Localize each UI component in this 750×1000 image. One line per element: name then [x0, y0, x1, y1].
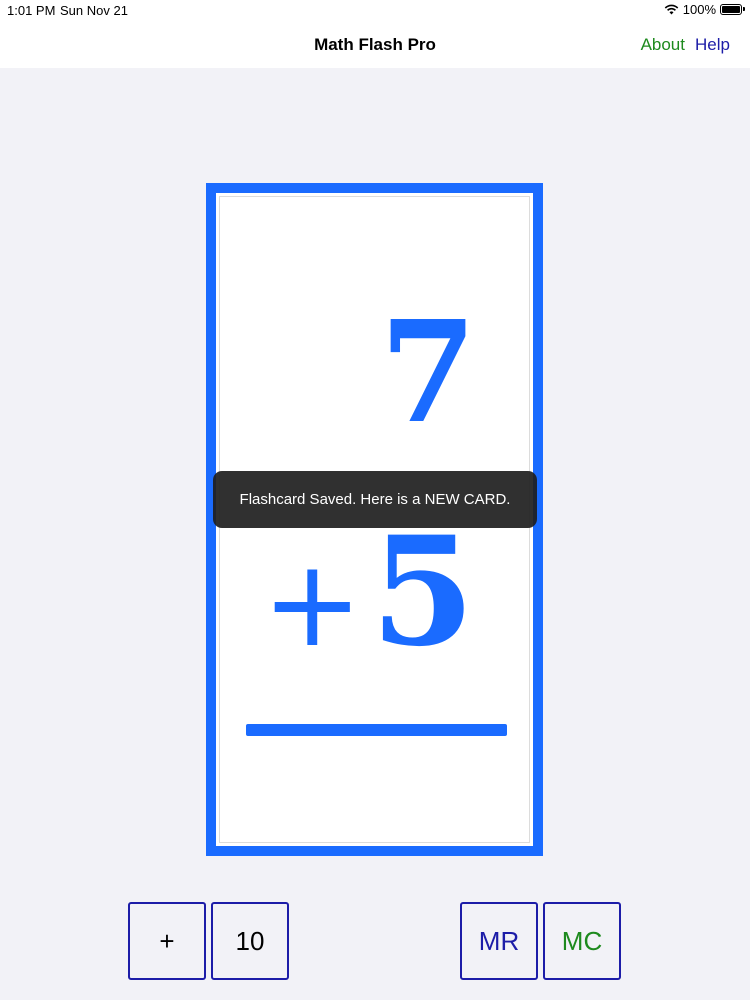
card-operator: + — [262, 535, 363, 674]
card-top-number: 7 — [379, 291, 477, 455]
card-answer-line — [246, 724, 507, 736]
memory-recall-button[interactable]: MR — [460, 902, 538, 980]
status-right: 100% — [664, 2, 745, 17]
about-link[interactable]: About — [641, 35, 685, 55]
card-bottom-number: 5 — [370, 504, 475, 680]
operator-button[interactable]: + — [128, 902, 206, 980]
page-title: Math Flash Pro — [314, 35, 436, 54]
status-bar: 1:01 PM Sun Nov 21 100% — [0, 0, 750, 22]
help-link[interactable]: Help — [695, 35, 730, 55]
status-time: 1:01 PM — [7, 3, 56, 18]
toast-message: Flashcard Saved. Here is a NEW CARD. — [213, 471, 537, 528]
memory-clear-button[interactable]: MC — [543, 902, 621, 980]
nav-bar: Math Flash Pro About Help — [0, 22, 750, 68]
battery-icon — [720, 4, 745, 15]
status-date: Sun Nov 21 — [60, 3, 128, 18]
battery-percent: 100% — [682, 2, 716, 17]
wifi-icon — [664, 4, 679, 15]
max-number-button[interactable]: 10 — [211, 902, 289, 980]
battery-fill — [722, 6, 740, 13]
